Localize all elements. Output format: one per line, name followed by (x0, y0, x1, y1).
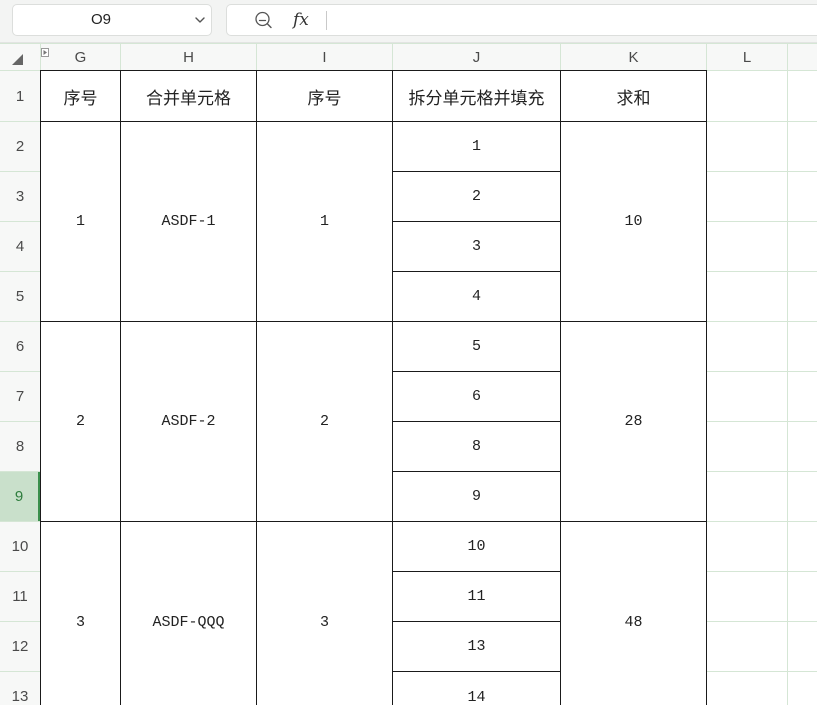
row-header[interactable]: 1 (0, 70, 40, 122)
table-header-cell[interactable]: 求和 (560, 70, 707, 122)
gridline (787, 43, 788, 705)
row-header[interactable]: 13 (0, 671, 40, 705)
row-header[interactable]: 10 (0, 521, 40, 572)
row-header[interactable]: 4 (0, 221, 40, 272)
sum-cell[interactable]: 48 (560, 521, 707, 705)
column-header-k[interactable]: K (560, 43, 707, 71)
split-cell[interactable]: 5 (392, 321, 561, 372)
row-header[interactable]: 7 (0, 371, 40, 422)
row-header[interactable]: 11 (0, 571, 40, 622)
split-cell[interactable]: 8 (392, 421, 561, 472)
column-header-h[interactable]: H (120, 43, 257, 71)
spreadsheet-grid[interactable]: G H I J K L 1 2 3 4 5 6 7 8 9 10 11 12 13 序号 合并单元格 序号 拆分单元格并填充… (0, 0, 817, 705)
merged-cell[interactable]: ASDF-2 (120, 321, 257, 522)
row-header[interactable]: 9 (0, 471, 40, 522)
row-header[interactable]: 8 (0, 421, 40, 472)
split-cell[interactable]: 1 (392, 121, 561, 172)
split-cell[interactable]: 3 (392, 221, 561, 272)
name-box-value[interactable]: O9 (13, 5, 189, 35)
search-icon[interactable] (254, 11, 274, 30)
row-header[interactable]: 3 (0, 171, 40, 222)
index-cell[interactable]: 2 (40, 321, 121, 522)
table-header-cell[interactable]: 序号 (256, 70, 393, 122)
chevron-down-icon[interactable] (193, 13, 207, 27)
row-header[interactable]: 2 (0, 121, 40, 172)
split-cell[interactable]: 4 (392, 271, 561, 322)
select-all-triangle-icon[interactable] (12, 52, 23, 65)
merged-cell[interactable]: ASDF-QQQ (120, 521, 257, 705)
sum-cell[interactable]: 10 (560, 121, 707, 322)
row-header[interactable]: 5 (0, 271, 40, 322)
seq-cell[interactable]: 2 (256, 321, 393, 522)
formula-input[interactable] (333, 6, 813, 34)
sum-cell[interactable]: 28 (560, 321, 707, 522)
name-box[interactable]: O9 (12, 4, 212, 36)
row-header[interactable]: 6 (0, 321, 40, 372)
formula-toolbar: O9 fx (0, 0, 817, 43)
index-cell[interactable]: 1 (40, 121, 121, 322)
merged-cell[interactable]: ASDF-1 (120, 121, 257, 322)
split-cell[interactable]: 13 (392, 621, 561, 672)
split-cell[interactable]: 9 (392, 471, 561, 522)
column-header-g[interactable]: G (40, 43, 121, 71)
insert-function-button[interactable]: fx (293, 5, 309, 35)
split-cell[interactable]: 10 (392, 521, 561, 572)
column-header-l[interactable]: L (706, 43, 788, 71)
split-cell[interactable]: 6 (392, 371, 561, 422)
seq-cell[interactable]: 1 (256, 121, 393, 322)
column-header-j[interactable]: J (392, 43, 561, 71)
table-header-cell[interactable]: 合并单元格 (120, 70, 257, 122)
split-cell[interactable]: 14 (392, 671, 561, 705)
index-cell[interactable]: 3 (40, 521, 121, 705)
column-header-i[interactable]: I (256, 43, 393, 71)
seq-cell[interactable]: 3 (256, 521, 393, 705)
gridline (0, 43, 817, 44)
row-header[interactable]: 12 (0, 621, 40, 672)
formula-bar[interactable]: fx (226, 4, 817, 36)
table-header-cell[interactable]: 序号 (40, 70, 121, 122)
split-cell[interactable]: 11 (392, 571, 561, 622)
split-cell[interactable]: 2 (392, 171, 561, 222)
formula-divider (326, 11, 327, 30)
table-header-cell[interactable]: 拆分单元格并填充 (392, 70, 561, 122)
expand-hidden-columns-icon[interactable] (41, 44, 49, 57)
